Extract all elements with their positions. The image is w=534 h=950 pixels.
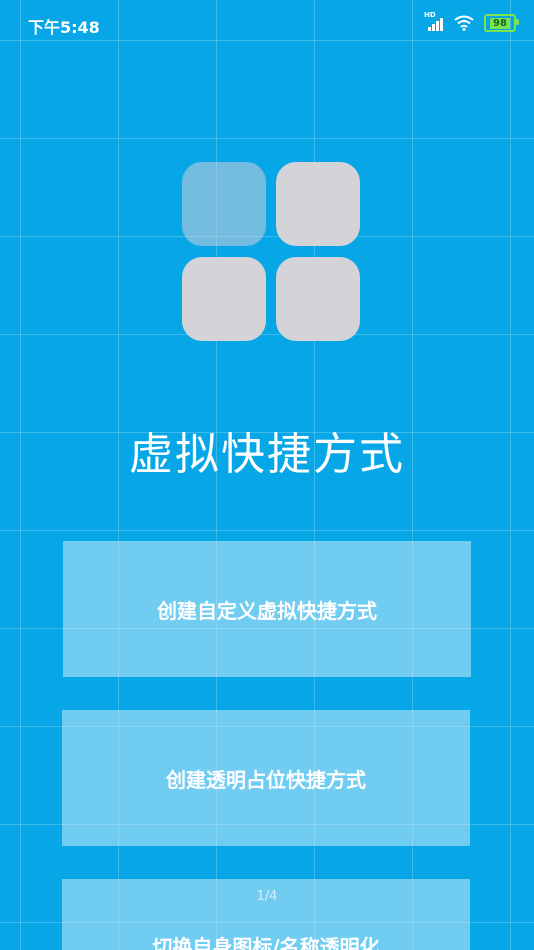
network-type-label: HD	[424, 11, 436, 19]
logo-tile-bottom-left	[182, 257, 266, 341]
create-transparent-shortcut-button[interactable]: 创建透明占位快捷方式	[62, 710, 470, 846]
logo-tile-bottom-right	[276, 257, 360, 341]
create-custom-shortcut-button[interactable]: 创建自定义虚拟快捷方式	[63, 541, 471, 677]
battery-icon: 98	[484, 14, 519, 32]
create-transparent-shortcut-label: 创建透明占位快捷方式	[166, 767, 366, 792]
create-custom-shortcut-label: 创建自定义虚拟快捷方式	[157, 598, 377, 623]
app-title: 虚拟快捷方式	[129, 429, 405, 480]
status-bar: 下午5:48 HD 98	[0, 0, 534, 50]
battery-level: 98	[490, 17, 510, 29]
status-icons: HD 98	[424, 11, 519, 32]
app-logo-icon	[182, 162, 360, 342]
logo-tile-top-left	[182, 162, 266, 246]
wifi-icon	[454, 15, 474, 31]
status-time: 下午5:48	[28, 18, 100, 37]
logo-tile-top-right	[276, 162, 360, 246]
page-indicator: 1/4	[256, 889, 278, 904]
cellular-signal-icon: HD	[424, 11, 444, 31]
toggle-icon-name-transparency-label: 切换自身图标/名称透明化	[152, 935, 380, 950]
